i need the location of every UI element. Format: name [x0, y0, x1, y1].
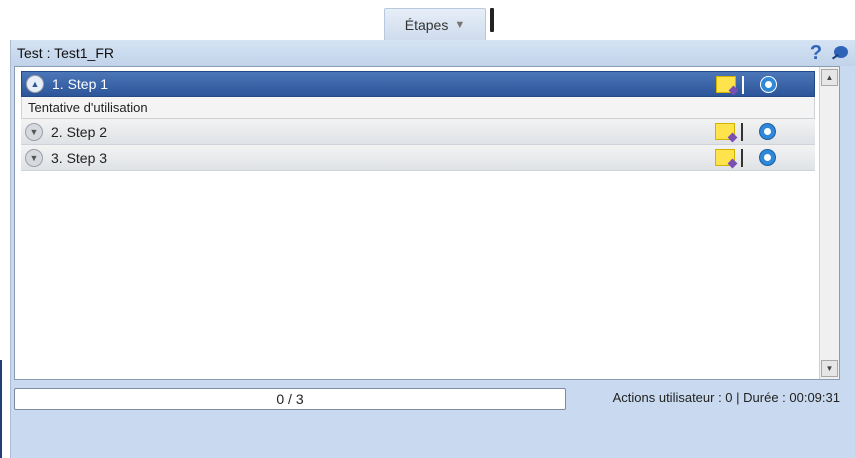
- expand-icon[interactable]: ▼: [25, 148, 43, 167]
- step-status-icon[interactable]: [759, 123, 776, 140]
- step-row[interactable]: ▲ 1. Step 1: [21, 71, 815, 97]
- status-bar: 0 / 3 Actions utilisateur : 0 | Durée : …: [14, 386, 840, 412]
- collapse-icon[interactable]: ▲: [26, 75, 44, 93]
- status-info: Actions utilisateur : 0 | Durée : 00:09:…: [612, 390, 840, 405]
- splitter-handle[interactable]: [490, 8, 494, 32]
- step-label: 2. Step 2: [51, 123, 108, 140]
- vertical-scrollbar[interactable]: ▲ ▼: [819, 67, 839, 379]
- tab-label: Étapes: [404, 16, 449, 33]
- step-status-icon[interactable]: [759, 149, 776, 166]
- scroll-down-icon[interactable]: ▼: [821, 360, 838, 377]
- pin-icon[interactable]: [830, 44, 850, 62]
- row-separator: [742, 76, 744, 94]
- step-label: 3. Step 3: [51, 149, 108, 166]
- comment-icon[interactable]: [716, 76, 736, 93]
- chevron-down-icon: ▼: [454, 18, 466, 31]
- expand-icon[interactable]: ▼: [25, 122, 43, 141]
- window-edge: [0, 360, 2, 458]
- tab-etapes[interactable]: Étapes ▼: [384, 8, 486, 40]
- help-icon[interactable]: ?: [806, 42, 826, 64]
- progress-bar: 0 / 3: [14, 388, 566, 410]
- step-status-icon[interactable]: [760, 76, 777, 93]
- top-tab-strip: Étapes ▼: [0, 0, 855, 40]
- row-separator: [741, 149, 743, 167]
- comment-icon[interactable]: [715, 149, 735, 166]
- panel-title-bar: Test : Test1_FR ?: [11, 40, 855, 66]
- step-detail: Tentative d'utilisation: [21, 97, 815, 119]
- step-row[interactable]: ▼ 2. Step 2: [21, 119, 815, 145]
- panel-title: Test : Test1_FR: [17, 45, 115, 61]
- steps-list: ▲ 1. Step 1 Tentative d'utilisation ▼ 2.…: [21, 71, 815, 171]
- progress-text: 0 / 3: [276, 391, 304, 407]
- step-row[interactable]: ▼ 3. Step 3: [21, 145, 815, 171]
- row-separator: [741, 123, 743, 141]
- steps-list-area: ▲ 1. Step 1 Tentative d'utilisation ▼ 2.…: [14, 66, 840, 380]
- step-label: 1. Step 1: [52, 76, 109, 92]
- scroll-up-icon[interactable]: ▲: [821, 69, 838, 86]
- comment-icon[interactable]: [715, 123, 735, 140]
